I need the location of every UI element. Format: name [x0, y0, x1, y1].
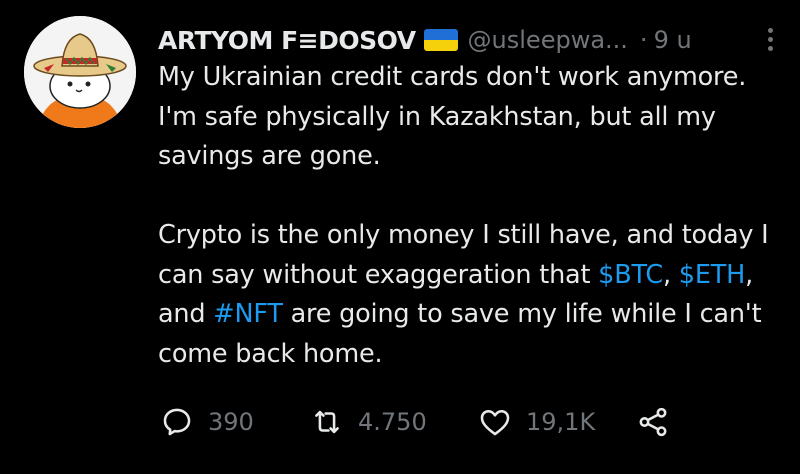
reply-icon	[163, 408, 191, 436]
user-handle[interactable]: @usleepwa...	[468, 26, 628, 54]
retweet-button[interactable]: 4.750	[310, 402, 427, 442]
share-button[interactable]	[636, 402, 670, 442]
tweet-text: My Ukrainian credit cards don't work any…	[158, 58, 778, 374]
tweet-paragraph-2-start: Crypto is the only money I still have, a…	[158, 220, 769, 290]
retweet-icon	[315, 410, 339, 434]
tweet-paragraph-1: My Ukrainian credit cards don't work any…	[158, 62, 747, 171]
avatar-cat-sombrero-image	[24, 16, 136, 128]
hashtag-nft[interactable]: #NFT	[213, 299, 283, 329]
like-button[interactable]: 19,1K	[478, 402, 595, 442]
tweet-paragraph-2: Crypto is the only money I still have, a…	[158, 216, 778, 374]
display-name[interactable]: ARTYOM F≡DOSOV	[158, 26, 416, 55]
flag-ukraine-icon	[423, 29, 458, 51]
separator-dot: ·	[639, 26, 648, 54]
retweet-count: 4.750	[358, 408, 427, 436]
like-count: 19,1K	[526, 408, 596, 436]
tweet[interactable]: ARTYOM F≡DOSOV @usleepwa... · 9 u My Ukr…	[0, 0, 800, 474]
text-separator: ,	[662, 259, 671, 290]
share-icon	[639, 407, 667, 437]
reply-count: 390	[208, 408, 254, 436]
cashtag-eth[interactable]: $ETH	[679, 260, 745, 290]
reply-button[interactable]: 390	[160, 402, 254, 442]
cashtag-btc[interactable]: $BTC	[598, 260, 663, 290]
timestamp[interactable]: 9 u	[654, 26, 692, 54]
avatar[interactable]	[24, 16, 136, 128]
tweet-actions: 390 4.750 19,1K	[160, 402, 720, 442]
heart-icon	[480, 409, 510, 436]
more-options-icon[interactable]	[766, 28, 774, 54]
tweet-header: ARTYOM F≡DOSOV @usleepwa... · 9 u	[158, 20, 780, 60]
